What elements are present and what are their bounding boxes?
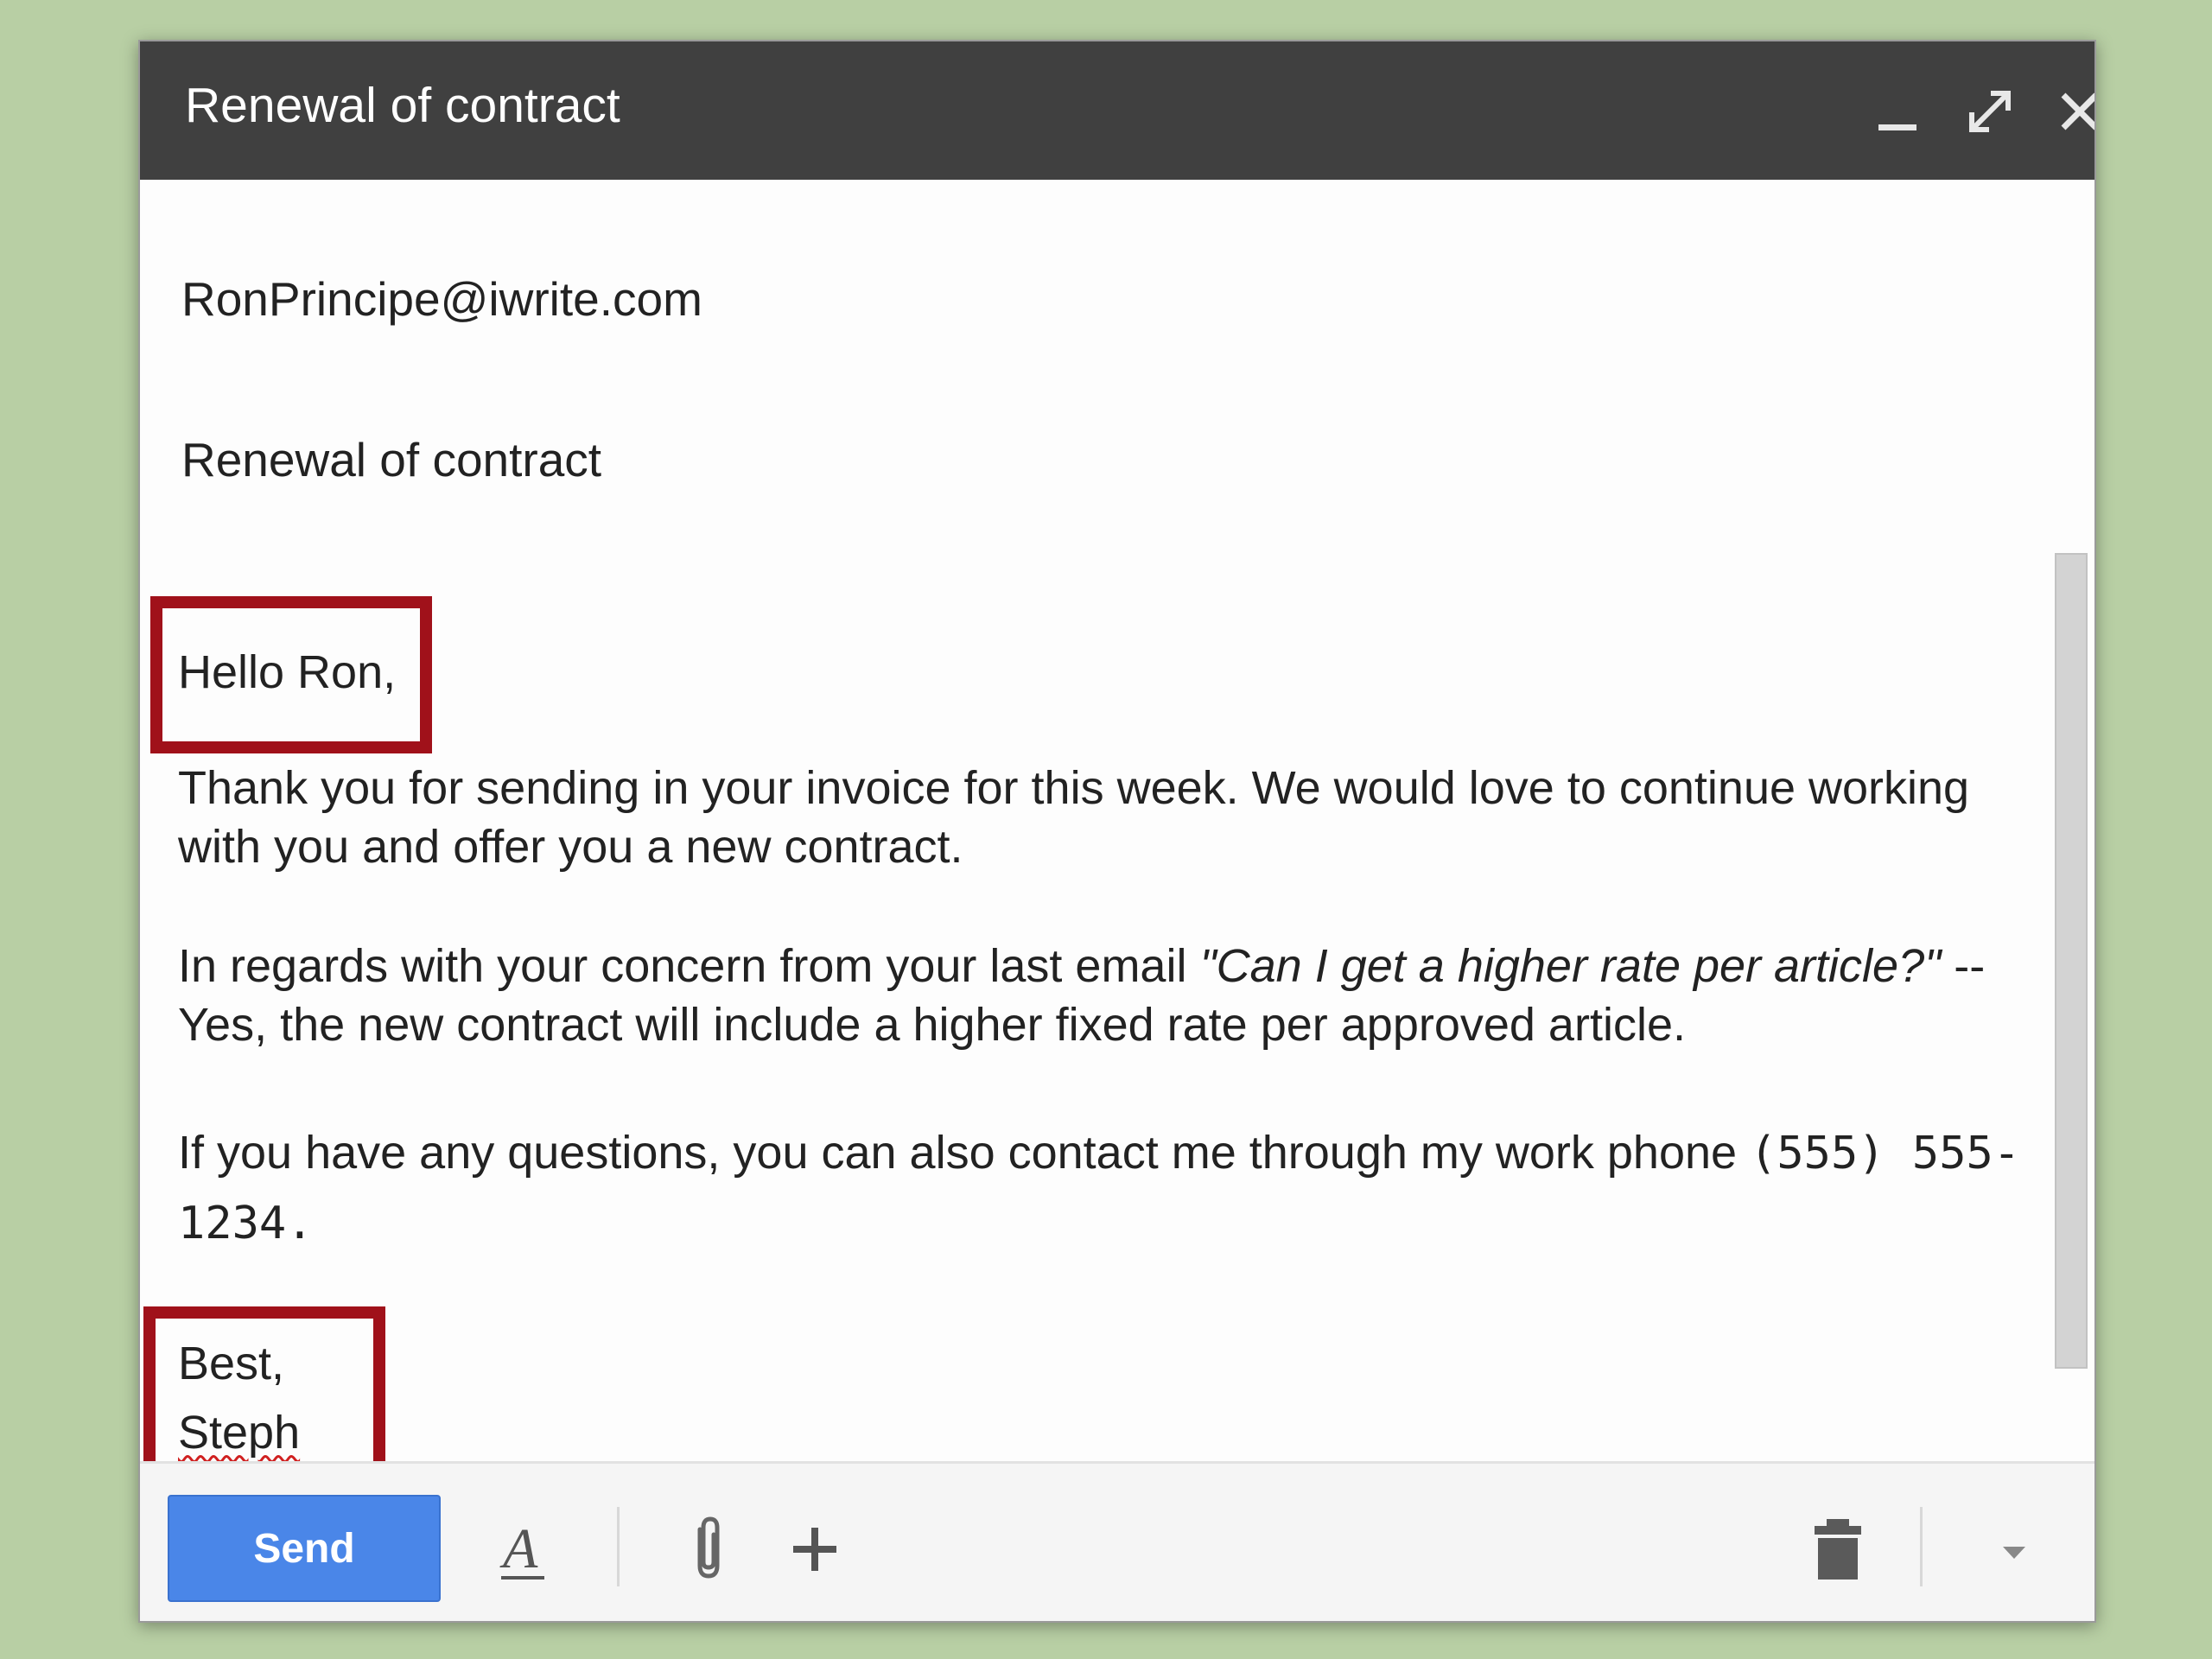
paragraph-3-text: If you have any questions, you can also … — [178, 1127, 1751, 1179]
body-scrollbar[interactable] — [2055, 553, 2088, 1369]
paragraph-2: In regards with your concern from your l… — [178, 937, 2036, 1054]
greeting-highlight — [150, 596, 432, 753]
plus-icon[interactable] — [776, 1510, 854, 1588]
compose-window: Renewal of contract RonPrincipe@iwrite.c… — [138, 40, 2096, 1623]
close-icon[interactable] — [2050, 81, 2094, 142]
signoff-line: Best, — [178, 1338, 285, 1389]
quoted-question: "Can I get a higher rate per article?" — [1199, 940, 1942, 992]
signature-line: Steph — [178, 1398, 2036, 1467]
minimize-icon[interactable] — [1868, 81, 1929, 142]
toolbar-separator-2 — [1920, 1507, 1923, 1586]
toolbar-separator — [617, 1507, 620, 1586]
caret-down-icon[interactable] — [1975, 1510, 2053, 1588]
text-format-icon[interactable]: A — [486, 1510, 563, 1588]
compose-titlebar[interactable]: Renewal of contract — [140, 41, 2094, 180]
paragraph-1: Thank you for sending in your invoice fo… — [178, 762, 1970, 873]
message-body[interactable]: Hello Ron, Thank you for sending in your… — [140, 544, 2094, 1502]
trash-icon[interactable] — [1799, 1510, 1877, 1588]
paragraph-3: If you have any questions, you can also … — [178, 1118, 2036, 1258]
paperclip-icon[interactable] — [669, 1510, 747, 1588]
greeting-line: Hello Ron, — [178, 646, 397, 698]
expand-icon[interactable] — [1960, 81, 2020, 142]
paragraph-2-text: In regards with your concern from your l… — [178, 940, 1200, 992]
compose-title: Renewal of contract — [185, 78, 620, 133]
send-button[interactable]: Send — [168, 1495, 441, 1602]
subject-field[interactable]: Renewal of contract — [140, 380, 2094, 547]
subject-input: Renewal of contract — [181, 433, 602, 486]
svg-text:A: A — [499, 1517, 538, 1580]
to-recipient: RonPrincipe@iwrite.com — [181, 272, 702, 326]
to-field[interactable]: RonPrincipe@iwrite.com — [140, 180, 2094, 383]
compose-toolbar: Send A — [140, 1461, 2094, 1621]
